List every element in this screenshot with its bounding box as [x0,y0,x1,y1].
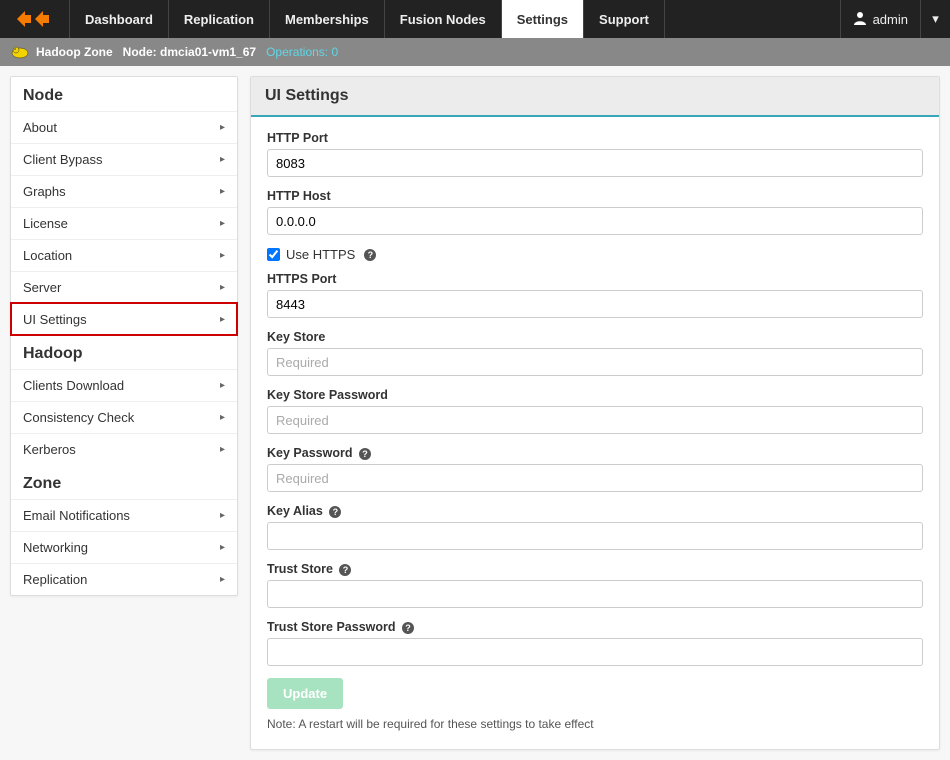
https-port-input[interactable] [267,290,923,318]
chevron-right-icon: ▸ [220,282,225,293]
nav-item-settings[interactable]: Settings [502,0,584,38]
chevron-right-icon: ▸ [220,186,225,197]
trust-store-password-input[interactable] [267,638,923,666]
use-https-checkbox[interactable] [267,248,280,261]
nav-item-memberships[interactable]: Memberships [270,0,385,38]
sidebar-group-zone: Zone [11,465,237,499]
sidebar-item-label: Replication [23,572,87,587]
key-password-label: Key Password ? [267,446,923,460]
user-caret[interactable]: ▾ [920,0,950,38]
trust-store-label: Trust Store ? [267,562,923,576]
brand-logo[interactable] [0,0,70,38]
http-host-label: HTTP Host [267,189,923,203]
sidebar-item-consistency-check[interactable]: Consistency Check ▸ [11,401,237,433]
chevron-right-icon: ▸ [220,122,225,133]
restart-note: Note: A restart will be required for the… [267,717,923,731]
sidebar-group-hadoop: Hadoop [11,335,237,369]
help-icon[interactable]: ? [329,506,341,518]
sidebar-item-label: Kerberos [23,442,76,457]
sidebar-item-kerberos[interactable]: Kerberos ▸ [11,433,237,465]
sidebar-item-networking[interactable]: Networking ▸ [11,531,237,563]
sidebar-item-label: Graphs [23,184,66,199]
help-icon[interactable]: ? [402,622,414,634]
sidebar-group-node: Node [11,77,237,111]
chevron-right-icon: ▸ [220,412,225,423]
chevron-right-icon: ▸ [220,250,225,261]
key-store-input[interactable] [267,348,923,376]
zone-indicator: Hadoop Zone [10,44,113,60]
sidebar-item-label: Client Bypass [23,152,102,167]
user-icon [853,11,867,28]
nav-item-replication[interactable]: Replication [169,0,270,38]
help-icon[interactable]: ? [364,249,376,261]
key-store-label: Key Store [267,330,923,344]
chevron-right-icon: ▸ [220,380,225,391]
http-host-input[interactable] [267,207,923,235]
node-indicator: Node: dmcia01-vm1_67 [123,45,256,59]
chevron-right-icon: ▸ [220,218,225,229]
sidebar-item-label: Location [23,248,72,263]
http-port-label: HTTP Port [267,131,923,145]
sub-nav: Hadoop Zone Node: dmcia01-vm1_67 Operati… [0,38,950,66]
sidebar-item-label: Email Notifications [23,508,130,523]
sidebar-item-label: Clients Download [23,378,124,393]
sidebar-item-label: Networking [23,540,88,555]
update-button[interactable]: Update [267,678,343,709]
http-port-input[interactable] [267,149,923,177]
panel-title: UI Settings [251,77,939,117]
key-alias-input[interactable] [267,522,923,550]
nav-item-dashboard[interactable]: Dashboard [70,0,169,38]
sidebar-item-clients-download[interactable]: Clients Download ▸ [11,369,237,401]
sidebar-item-replication[interactable]: Replication ▸ [11,563,237,595]
sidebar-item-ui-settings[interactable]: UI Settings ▸ [11,303,237,335]
use-https-label: Use HTTPS [286,247,355,262]
chevron-right-icon: ▸ [220,444,225,455]
help-icon[interactable]: ? [339,564,351,576]
https-port-label: HTTPS Port [267,272,923,286]
user-label: admin [873,12,908,27]
sidebar-item-server[interactable]: Server ▸ [11,271,237,303]
key-alias-label: Key Alias ? [267,504,923,518]
trust-store-input[interactable] [267,580,923,608]
sidebar-item-label: UI Settings [23,312,87,327]
help-icon[interactable]: ? [359,448,371,460]
user-menu[interactable]: admin [840,0,920,38]
chevron-right-icon: ▸ [220,510,225,521]
sidebar-item-email-notifications[interactable]: Email Notifications ▸ [11,499,237,531]
chevron-right-icon: ▸ [220,574,225,585]
sidebar-item-location[interactable]: Location ▸ [11,239,237,271]
chevron-right-icon: ▸ [220,314,225,325]
chevron-right-icon: ▸ [220,542,225,553]
sidebar-item-label: License [23,216,68,231]
key-store-password-label: Key Store Password [267,388,923,402]
sidebar-item-license[interactable]: License ▸ [11,207,237,239]
trust-store-password-label: Trust Store Password ? [267,620,923,634]
settings-sidebar: NodeAbout▸Client Bypass▸Graphs▸License▸L… [10,76,238,596]
key-password-input[interactable] [267,464,923,492]
nav-item-support[interactable]: Support [584,0,665,38]
chevron-right-icon: ▸ [220,154,225,165]
nav-item-fusion-nodes[interactable]: Fusion Nodes [385,0,502,38]
sidebar-item-client-bypass[interactable]: Client Bypass ▸ [11,143,237,175]
top-nav: DashboardReplicationMembershipsFusion No… [0,0,950,38]
key-store-password-input[interactable] [267,406,923,434]
hadoop-icon [10,44,30,60]
zone-label: Hadoop Zone [36,45,113,59]
sidebar-item-label: Server [23,280,61,295]
sidebar-item-label: About [23,120,57,135]
sidebar-item-graphs[interactable]: Graphs ▸ [11,175,237,207]
sidebar-item-label: Consistency Check [23,410,134,425]
sidebar-item-about[interactable]: About ▸ [11,111,237,143]
operations-link[interactable]: Operations: 0 [266,45,338,59]
main-panel: UI Settings HTTP Port HTTP Host Use HTTP… [250,76,940,750]
